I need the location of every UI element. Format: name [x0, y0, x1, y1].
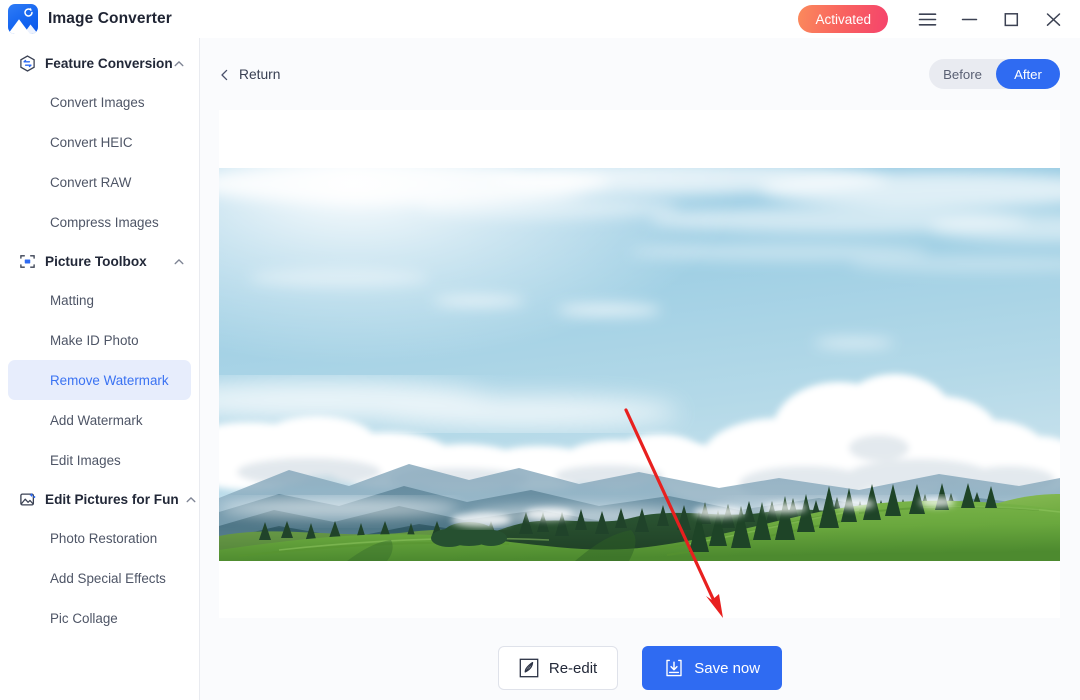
landscape-artwork: [219, 168, 1060, 561]
save-now-label: Save now: [694, 659, 761, 677]
maximize-glyph: [1004, 12, 1018, 26]
picture-sparkle-glyph: [19, 492, 35, 506]
app-window: Image Converter Activated Feature Conver…: [0, 0, 1080, 700]
download-save-glyph: [666, 659, 682, 677]
sidebar-item-label: Add Special Effects: [50, 570, 166, 586]
sidebar-item-edit-images[interactable]: Edit Images: [8, 440, 191, 480]
maximize-icon[interactable]: [990, 0, 1032, 38]
activated-badge-button[interactable]: Activated: [798, 5, 888, 33]
sidebar-item-convert-images[interactable]: Convert Images: [8, 82, 191, 122]
pen-edit-icon: [519, 658, 539, 678]
sidebar-item-make-id-photo[interactable]: Make ID Photo: [8, 320, 191, 360]
sidebar-item-label: Pic Collage: [50, 610, 118, 626]
sidebar-item-label: Convert RAW: [50, 174, 132, 190]
sidebar-item-label: Photo Restoration: [50, 530, 158, 546]
return-label: Return: [239, 66, 281, 82]
sidebar-item-add-special-effects[interactable]: Add Special Effects: [8, 558, 191, 598]
convert-hex-glyph: [19, 54, 35, 72]
sidebar-section-edit-pictures-for-fun[interactable]: Edit Pictures for Fun: [0, 480, 199, 518]
sidebar: Feature Conversion Convert Images Conver…: [0, 38, 200, 700]
sidebar-item-label: Matting: [50, 292, 94, 308]
chevron-left-icon: [219, 69, 230, 80]
chevron-up-icon[interactable]: [173, 57, 185, 69]
sidebar-section-picture-toolbox[interactable]: Picture Toolbox: [0, 242, 199, 280]
before-after-toggle[interactable]: Before After: [929, 59, 1060, 89]
picture-sparkle-icon: [18, 490, 36, 508]
chevron-up-glyph: [186, 497, 196, 503]
sidebar-item-compress-images[interactable]: Compress Images: [8, 202, 191, 242]
action-bar: Re-edit Save now: [200, 636, 1080, 700]
save-now-button[interactable]: Save now: [642, 646, 783, 690]
image-convert-logo-icon: [8, 4, 38, 34]
logo-mountain-shape: [8, 19, 38, 34]
toolbox-frame-glyph: [19, 254, 35, 268]
sidebar-item-label: Convert Images: [50, 94, 145, 110]
title-bar: Image Converter Activated: [0, 0, 1080, 38]
minimize-icon[interactable]: [948, 0, 990, 38]
toolbox-frame-icon: [18, 252, 36, 270]
sidebar-item-label: Edit Images: [50, 452, 121, 468]
sidebar-item-label: Make ID Photo: [50, 332, 139, 348]
landscape-preview-image[interactable]: [219, 168, 1060, 561]
sidebar-item-add-watermark[interactable]: Add Watermark: [8, 400, 191, 440]
sidebar-item-convert-heic[interactable]: Convert HEIC: [8, 122, 191, 162]
re-edit-label: Re-edit: [548, 659, 598, 677]
download-save-icon: [664, 658, 684, 678]
close-glyph: [1046, 12, 1060, 26]
main-toolbar: Return Before After: [200, 38, 1080, 110]
sidebar-item-label: Compress Images: [50, 214, 159, 230]
title-bar-controls: Activated: [798, 0, 1080, 38]
main-content: Return Before After: [200, 38, 1080, 700]
chevron-left-glyph: [221, 69, 228, 80]
chevron-up-icon[interactable]: [185, 493, 197, 505]
close-icon[interactable]: [1032, 0, 1074, 38]
hamburger-glyph: [918, 12, 936, 26]
sidebar-item-convert-raw[interactable]: Convert RAW: [8, 162, 191, 202]
return-button[interactable]: Return: [219, 67, 280, 82]
sidebar-item-label: Remove Watermark: [50, 372, 169, 388]
sidebar-item-photo-restoration[interactable]: Photo Restoration: [8, 518, 191, 558]
sidebar-item-pic-collage[interactable]: Pic Collage: [8, 598, 191, 638]
sidebar-item-label: Convert HEIC: [50, 134, 133, 150]
app-title: Image Converter: [48, 10, 172, 27]
chevron-up-icon[interactable]: [173, 255, 185, 267]
hamburger-menu-icon[interactable]: [906, 0, 948, 38]
sidebar-item-matting[interactable]: Matting: [8, 280, 191, 320]
chevron-up-glyph: [174, 259, 184, 265]
re-edit-button[interactable]: Re-edit: [497, 646, 619, 690]
pen-edit-glyph: [519, 658, 539, 678]
toggle-before-option[interactable]: Before: [929, 59, 996, 89]
chevron-up-glyph: [174, 61, 184, 67]
convert-hex-icon: [18, 54, 36, 72]
sidebar-section-feature-conversion[interactable]: Feature Conversion: [0, 44, 199, 82]
sidebar-item-remove-watermark[interactable]: Remove Watermark: [8, 360, 191, 400]
minimize-glyph: [961, 18, 977, 20]
logo-refresh-icon: [24, 7, 33, 17]
sidebar-section-label: Edit Pictures for Fun: [45, 491, 179, 507]
toggle-after-option[interactable]: After: [996, 59, 1060, 89]
sidebar-section-label: Feature Conversion: [45, 55, 173, 71]
preview-canvas: [219, 110, 1060, 618]
sidebar-section-label: Picture Toolbox: [45, 253, 147, 269]
sidebar-item-label: Add Watermark: [50, 412, 143, 428]
